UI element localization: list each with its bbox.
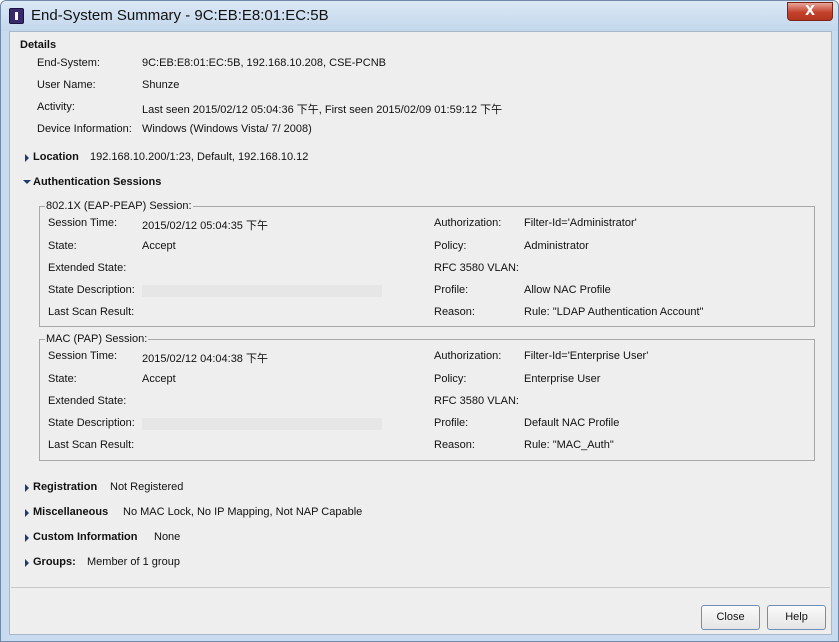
mac-pap-session-title: MAC (PAP) Session:	[45, 333, 149, 345]
title-bar[interactable]: End-System Summary - 9C:EB:E8:01:EC:5B X	[1, 1, 838, 31]
policy-label: Policy:	[434, 240, 467, 252]
location-value: 192.168.10.200/1:23, Default, 192.168.10…	[90, 151, 309, 163]
state-description-value-field	[142, 418, 382, 430]
authorization-value: Filter-Id='Enterprise User'	[524, 350, 649, 362]
app-icon	[9, 8, 24, 24]
device-information-label: Device Information:	[37, 123, 132, 135]
last-scan-result-label: Last Scan Result:	[48, 439, 135, 451]
profile-label: Profile:	[434, 284, 469, 296]
content-panel: Details End-System: 9C:EB:E8:01:EC:5B, 1…	[9, 31, 832, 635]
state-description-label: State Description:	[48, 417, 135, 429]
end-system-label: End-System:	[37, 57, 100, 69]
expand-right-icon[interactable]	[25, 534, 29, 542]
user-name-value: Shunze	[142, 79, 180, 91]
groups-toggle[interactable]: Groups:	[33, 556, 76, 568]
authorization-value: Filter-Id='Administrator'	[524, 217, 637, 229]
profile-label: Profile:	[434, 417, 469, 429]
policy-value: Enterprise User	[524, 373, 601, 385]
authentication-sessions-toggle[interactable]: Authentication Sessions	[33, 176, 161, 188]
details-heading: Details	[20, 39, 57, 51]
mac-pap-session-group: MAC (PAP) Session: Session Time: 2015/02…	[39, 333, 815, 461]
profile-value: Default NAC Profile	[524, 417, 620, 429]
custom-information-toggle[interactable]: Custom Information	[33, 531, 138, 543]
window-close-button[interactable]: X	[787, 2, 833, 21]
authorization-label: Authorization:	[434, 217, 502, 229]
state-value: Accept	[142, 240, 176, 252]
state-description-value-field	[142, 285, 382, 297]
registration-value: Not Registered	[110, 481, 184, 493]
reason-label: Reason:	[434, 306, 475, 318]
reason-label: Reason:	[434, 439, 475, 451]
close-button[interactable]: Close	[701, 605, 760, 630]
state-label: State:	[48, 373, 77, 385]
user-name-label: User Name:	[37, 79, 96, 91]
rfc-3580-vlan-label: RFC 3580 VLAN:	[434, 395, 519, 407]
last-scan-result-label: Last Scan Result:	[48, 306, 135, 318]
extended-state-label: Extended State:	[48, 395, 127, 407]
eap-peap-session-title: 802.1X (EAP-PEAP) Session:	[45, 200, 193, 212]
state-description-label: State Description:	[48, 284, 135, 296]
miscellaneous-toggle[interactable]: Miscellaneous	[33, 506, 108, 518]
expand-right-icon[interactable]	[25, 509, 29, 517]
reason-value: Rule: "MAC_Auth"	[524, 439, 614, 451]
session-time-value: 2015/02/12 04:04:38 下午	[142, 353, 268, 365]
session-time-label: Session Time:	[48, 350, 118, 362]
groups-value: Member of 1 group	[87, 556, 180, 568]
policy-value: Administrator	[524, 240, 589, 252]
footer-divider	[11, 587, 830, 588]
custom-information-value: None	[154, 531, 181, 543]
reason-value: Rule: "LDAP Authentication Account"	[524, 306, 704, 318]
registration-toggle[interactable]: Registration	[33, 481, 97, 493]
activity-label: Activity:	[37, 101, 75, 113]
session-time-value: 2015/02/12 05:04:35 下午	[142, 220, 268, 232]
expand-right-icon[interactable]	[25, 559, 29, 567]
profile-value: Allow NAC Profile	[524, 284, 611, 296]
rfc-3580-vlan-label: RFC 3580 VLAN:	[434, 262, 519, 274]
eap-peap-session-group: 802.1X (EAP-PEAP) Session: Session Time:…	[39, 200, 815, 327]
device-information-value: Windows (Windows Vista/ 7/ 2008)	[142, 123, 312, 135]
state-label: State:	[48, 240, 77, 252]
session-time-label: Session Time:	[48, 217, 118, 229]
end-system-summary-window: End-System Summary - 9C:EB:E8:01:EC:5B X…	[0, 0, 839, 642]
expand-right-icon[interactable]	[25, 484, 29, 492]
activity-value: Last seen 2015/02/12 05:04:36 下午, First …	[142, 104, 503, 116]
help-button[interactable]: Help	[767, 605, 826, 630]
end-system-value: 9C:EB:E8:01:EC:5B, 192.168.10.208, CSE-P…	[142, 57, 386, 69]
state-value: Accept	[142, 373, 176, 385]
authorization-label: Authorization:	[434, 350, 502, 362]
expand-right-icon[interactable]	[25, 154, 29, 162]
policy-label: Policy:	[434, 373, 467, 385]
collapse-down-icon[interactable]	[23, 180, 31, 184]
location-toggle[interactable]: Location	[33, 151, 79, 163]
miscellaneous-value: No MAC Lock, No IP Mapping, Not NAP Capa…	[123, 506, 363, 518]
window-title: End-System Summary - 9C:EB:E8:01:EC:5B	[31, 7, 329, 24]
extended-state-label: Extended State:	[48, 262, 127, 274]
